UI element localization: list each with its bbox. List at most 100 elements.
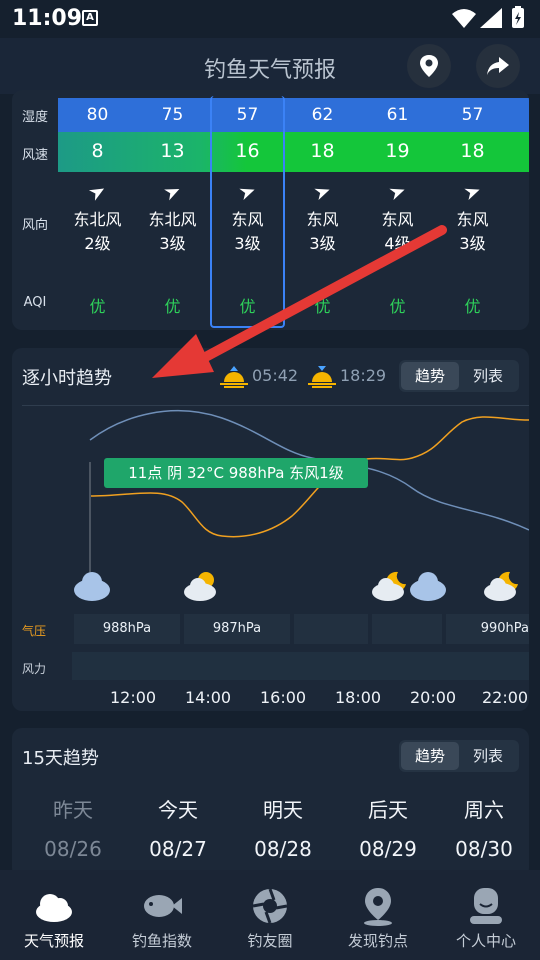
- app-bar: 钓鱼天气预报: [0, 38, 540, 94]
- aperture-icon: [252, 888, 288, 924]
- wind-direction-label: 风向: [21, 218, 48, 233]
- partly-cloudy-night-icon: [372, 571, 406, 601]
- wind-speed-label: 风速: [21, 148, 48, 163]
- wind-speed-value: 8: [91, 140, 104, 162]
- humidity-value: 57: [461, 105, 484, 125]
- day-column[interactable]: 周六 08/30: [439, 794, 529, 861]
- nav-discover-spots[interactable]: 发现钓点: [324, 870, 432, 960]
- fifteen-day-title: 15天趋势: [22, 748, 99, 769]
- fifteen-day-card: 15天趋势 趋势 列表 昨天 08/26 今天 08/27 明天 08/28 后…: [12, 728, 529, 878]
- day-column[interactable]: 今天 08/27: [133, 794, 223, 861]
- humidity-value: 62: [311, 105, 334, 125]
- status-time: 11:09: [12, 6, 83, 31]
- location-pin-icon: [420, 55, 438, 77]
- days-view-toggle: 趋势 列表: [399, 740, 519, 772]
- tab-trend[interactable]: 趋势: [401, 362, 459, 390]
- tab-list[interactable]: 列表: [459, 362, 517, 390]
- hour-label: 16:00: [260, 688, 307, 707]
- wind-speed-value: 18: [460, 140, 485, 162]
- nav-fishing-index[interactable]: 钓鱼指数: [108, 870, 216, 960]
- day-date: 08/27: [149, 837, 207, 861]
- partly-cloudy-night-icon: [484, 571, 518, 601]
- map-pin-icon: [364, 888, 392, 926]
- aqi-value: 优: [314, 297, 331, 316]
- hourly-trend-card: 逐小时趋势 05:42 18:29 趋势 列表 11点 阴 32°C 988hP…: [12, 348, 529, 711]
- hour-label: 18:00: [335, 688, 382, 707]
- cloudy-icon: [410, 572, 446, 601]
- sunset-time: 18:29: [340, 366, 387, 385]
- day-name: 昨天: [53, 798, 93, 822]
- humidity-label: 湿度: [21, 110, 48, 125]
- wifi-icon: [452, 9, 476, 28]
- wind-arrow-icon: [314, 188, 330, 201]
- day-date: 08/29: [359, 837, 417, 861]
- hourly-tooltip: 11点 阴 32°C 988hPa 东风1级: [104, 458, 368, 488]
- wind-level-value: 3级: [309, 234, 336, 253]
- day-name: 明天: [263, 798, 303, 822]
- wind-direction-value: 东风: [456, 210, 489, 229]
- day-column[interactable]: 明天 08/28: [238, 794, 328, 861]
- sunset-icon: [308, 366, 336, 388]
- nav-weather-forecast[interactable]: 天气预报: [0, 870, 108, 960]
- day-name: 今天: [158, 798, 198, 822]
- nav-label: 个人中心: [455, 932, 516, 950]
- aqi-value: 优: [464, 297, 481, 316]
- wind-direction-value: 东风: [306, 210, 339, 229]
- day-column[interactable]: 昨天 08/26: [28, 794, 118, 861]
- pressure-value: 990hPa: [446, 614, 529, 644]
- wind-direction-arrows: [88, 188, 480, 201]
- hourly-trend-title: 逐小时趋势: [22, 368, 112, 389]
- day-date: 08/28: [254, 837, 312, 861]
- aqi-value: 优: [389, 297, 406, 316]
- wind-speed-value: 18: [310, 140, 335, 162]
- hour-label: 14:00: [185, 688, 232, 707]
- nav-angler-circle[interactable]: 钓友圈: [216, 870, 324, 960]
- bottom-navigation: 天气预报 钓鱼指数 钓友圈 发现钓点 个人中心: [0, 870, 540, 960]
- notification-a-icon: A: [82, 10, 98, 26]
- hourly-detail-table: 湿度 风速 风向 AQI 80 75 57 62 61 57 8 13 16 1…: [12, 90, 529, 330]
- battery-icon: [512, 6, 524, 28]
- pressure-value: 988hPa: [74, 614, 180, 644]
- wind-direction-value: 东北风: [73, 210, 122, 229]
- weather-cloud-icon: [36, 894, 72, 922]
- nav-label: 天气预报: [23, 932, 84, 950]
- aqi-label: AQI: [23, 295, 47, 310]
- pressure-empty: [372, 614, 442, 644]
- humidity-value: 80: [86, 105, 109, 125]
- day-date: 08/30: [455, 837, 513, 861]
- day-name: 周六: [464, 798, 504, 822]
- fish-icon: [144, 895, 182, 917]
- share-button[interactable]: [476, 44, 520, 88]
- wind-force-label: 风力: [22, 662, 47, 676]
- wind-level-value: 3级: [159, 234, 186, 253]
- user-icon: [470, 888, 502, 924]
- pressure-empty: [294, 614, 368, 644]
- day-date: 08/26: [44, 837, 102, 861]
- tab-list[interactable]: 列表: [459, 742, 517, 770]
- hourly-view-toggle: 趋势 列表: [399, 360, 519, 392]
- wind-arrow-icon: [389, 188, 405, 201]
- nav-label: 发现钓点: [347, 932, 408, 950]
- humidity-value: 61: [386, 105, 409, 125]
- status-bar: 11:09 A: [0, 0, 540, 38]
- status-icons: [450, 6, 530, 30]
- partly-cloudy-day-icon: [184, 572, 216, 601]
- aqi-value: 优: [164, 297, 181, 316]
- wind-speed-value: 19: [385, 140, 410, 162]
- day-name: 后天: [368, 798, 408, 822]
- location-button[interactable]: [407, 44, 451, 88]
- day-column[interactable]: 后天 08/29: [343, 794, 433, 861]
- share-icon: [487, 57, 509, 75]
- nav-label: 钓友圈: [247, 932, 293, 950]
- wind-force-strip: [72, 652, 529, 680]
- nav-profile[interactable]: 个人中心: [432, 870, 540, 960]
- aqi-value: 优: [89, 297, 106, 316]
- wind-direction-value: 东北风: [148, 210, 197, 229]
- wind-arrow-icon: [88, 188, 105, 201]
- hour-label: 22:00: [482, 688, 529, 707]
- hour-label: 20:00: [410, 688, 457, 707]
- wind-speed-value: 13: [160, 140, 185, 162]
- tab-trend[interactable]: 趋势: [401, 742, 459, 770]
- wind-direction-value: 东风: [381, 210, 414, 229]
- wind-level-value: 3级: [459, 234, 486, 253]
